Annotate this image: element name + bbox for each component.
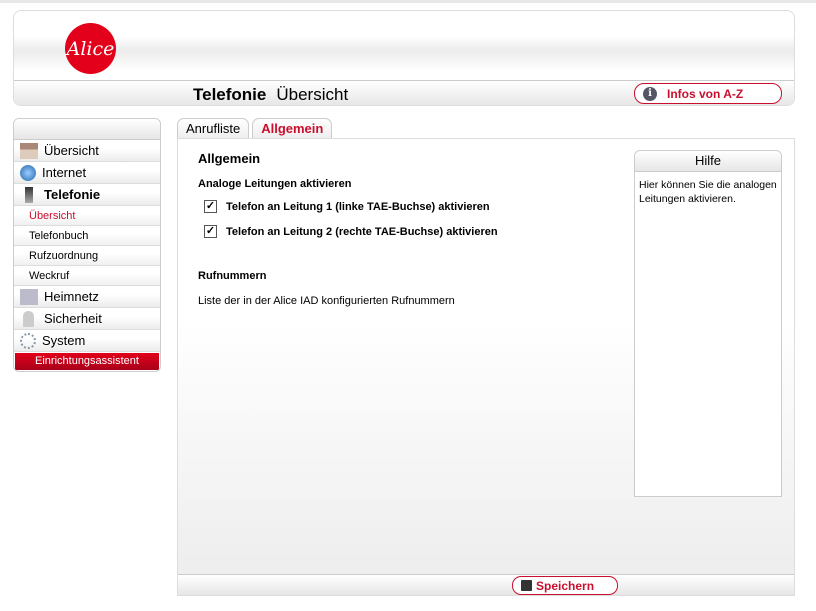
info-icon: i (643, 86, 657, 101)
sidebar-item-label: Heimnetz (44, 289, 99, 304)
sidebar-item-label: Telefonie (44, 187, 101, 202)
house-icon (20, 142, 38, 159)
sidebar-item-label: Übersicht (44, 143, 99, 158)
sidebar-item-label: System (42, 333, 86, 348)
sidebar-item-system[interactable]: System (14, 330, 160, 352)
sidebar-subitem-telefonbuch[interactable]: Telefonbuch (14, 226, 160, 246)
infos-label: Infos von A-Z (667, 86, 744, 101)
page-title-section: Telefonie (193, 85, 267, 104)
checkbox-line-2[interactable]: ✓ Telefon an Leitung 2 (rechte TAE-Buchse… (204, 225, 498, 238)
checkbox-checked-icon[interactable]: ✓ (204, 225, 217, 238)
sidebar-item-label: Internet (42, 165, 87, 180)
alice-logo[interactable]: Alice (65, 23, 116, 74)
checkbox-checked-icon[interactable]: ✓ (204, 200, 217, 213)
sidebar-item-uebersicht[interactable]: Übersicht (14, 140, 160, 162)
help-text: Hier können Sie die analogen Leitungen a… (639, 179, 777, 205)
section-analog-lines: Analoge Leitungen aktivieren (198, 178, 352, 190)
checkbox-label: Telefon an Leitung 1 (linke TAE-Buchse) … (226, 200, 490, 213)
sidebar-subitem-rufzuordnung[interactable]: Rufzuordnung (14, 246, 160, 266)
tab-anrufliste[interactable]: Anrufliste (177, 118, 250, 138)
top-border (0, 0, 816, 3)
phone-icon (25, 186, 33, 203)
footer-bar: Speichern (178, 574, 794, 595)
sidebar-item-telefonie[interactable]: Telefonie (14, 184, 160, 206)
tab-bar: Anrufliste Allgemein (177, 118, 333, 138)
sidebar-item-label: Sicherheit (44, 311, 102, 326)
sidebar-subitem-weckruf[interactable]: Weckruf (14, 266, 160, 286)
save-button[interactable]: Speichern (512, 576, 618, 595)
einrichtungsassistent-button[interactable]: Einrichtungsassistent (15, 353, 159, 370)
sidebar-item-heimnetz[interactable]: Heimnetz (14, 286, 160, 308)
save-label: Speichern (536, 578, 595, 593)
page-title: Telefonie Übersicht (193, 85, 348, 105)
help-box: Hilfe Hier können Sie die analogen Leitu… (634, 150, 782, 497)
content-panel: Allgemein Analoge Leitungen aktivieren ✓… (177, 138, 795, 596)
rufnummern-description: Liste der in der Alice IAD konfigurierte… (198, 295, 455, 307)
help-title: Hilfe (635, 151, 781, 172)
globe-icon (20, 164, 36, 181)
infos-a-z-button[interactable]: i Infos von A-Z (634, 83, 782, 104)
sidebar-item-internet[interactable]: Internet (14, 162, 160, 184)
network-icon (20, 288, 38, 305)
floppy-disk-icon (521, 580, 532, 591)
lock-icon (23, 310, 34, 327)
checkbox-line-1[interactable]: ✓ Telefon an Leitung 1 (linke TAE-Buchse)… (204, 200, 490, 213)
sidebar-item-sicherheit[interactable]: Sicherheit (14, 308, 160, 330)
section-rufnummern: Rufnummern (198, 270, 267, 282)
page-title-sub: Übersicht (276, 85, 349, 104)
content-heading: Allgemein (198, 151, 261, 166)
sidebar-subitem-uebersicht[interactable]: Übersicht (14, 206, 160, 226)
header: Alice Telefonie Übersicht i Infos von A-Z (13, 10, 795, 106)
gears-icon (20, 332, 36, 349)
checkbox-label: Telefon an Leitung 2 (rechte TAE-Buchse)… (226, 225, 498, 238)
sidebar: Übersicht Internet Telefonie Übersicht T… (13, 118, 161, 372)
tab-allgemein[interactable]: Allgemein (252, 118, 333, 138)
